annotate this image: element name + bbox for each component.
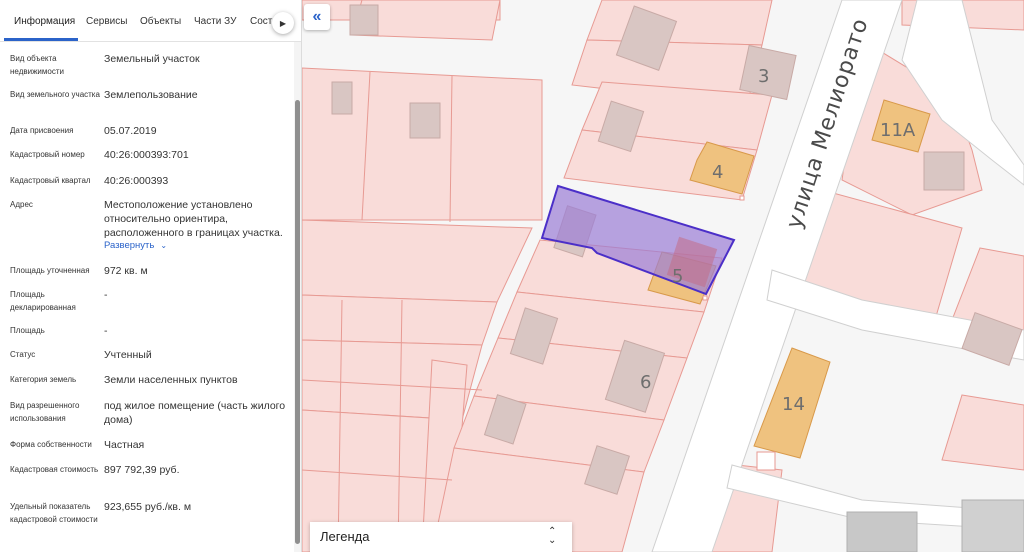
tab-services[interactable]: Сервисы (86, 16, 127, 27)
panel-tabs: Информация Сервисы Объекты Части ЗУ Сост… (0, 0, 301, 42)
map-canvas[interactable]: 3 4 11А 5 6 14 улица Мелиорато (302, 0, 1024, 552)
building[interactable] (961, 499, 1024, 552)
attribute-label: Вид разрешенного использования (10, 401, 80, 423)
expand-label: Развернуть (104, 240, 155, 251)
attribute-value: Земельный участок (104, 53, 200, 65)
attribute-value: Земли населенных пунктов (104, 374, 238, 386)
building[interactable] (923, 151, 965, 191)
house-number-label: 14 (782, 394, 805, 415)
house-number-label: 11А (880, 120, 916, 141)
attribute-value: - (104, 289, 108, 301)
house-number-label: 5 (672, 266, 683, 287)
attribute-value: Учтенный (104, 349, 152, 361)
building[interactable] (331, 81, 353, 115)
attribute-value: - (104, 325, 108, 337)
house-number-label: 6 (640, 372, 651, 393)
attribute-label: Адрес (10, 200, 33, 209)
attribute-value: под жилое помещение (часть жилого дома) (104, 400, 286, 426)
double-chevron-left-icon: « (312, 8, 322, 25)
building[interactable] (409, 102, 441, 139)
legend-dropdown[interactable]: Легенда ⌃ ⌄ (310, 522, 572, 552)
sort-arrows-icon: ⌃ ⌄ (548, 526, 557, 546)
cadastral-map[interactable]: 3 4 11А 5 6 14 улица Мелиорато (302, 0, 1024, 552)
legend-label: Легенда (320, 529, 370, 544)
attribute-value: 05.07.2019 (104, 125, 157, 137)
attribute-value: 923,655 руб./кв. м (104, 501, 192, 513)
panel-scrollbar-thumb[interactable] (295, 100, 300, 544)
attribute-label: Форма собственности (10, 440, 92, 449)
attribute-value: Частная (104, 439, 145, 451)
attribute-label: Удельный показатель кадастровой стоимост… (10, 502, 98, 524)
collapse-panel-button[interactable]: « (304, 4, 330, 30)
building[interactable] (846, 511, 918, 552)
attribute-label: Кадастровый квартал (10, 176, 91, 185)
attribute-value: 897 792,39 руб. (104, 464, 180, 476)
attribute-label: Площадь (10, 326, 45, 335)
chevron-right-icon: ▶ (279, 18, 287, 28)
attribute-label: Вид земельного участка (10, 90, 100, 99)
address-value: Местоположение установлено относительно … (104, 199, 283, 239)
house-number-label: 3 (758, 66, 769, 87)
attribute-value: 40:26:000393 (104, 175, 169, 187)
attribute-value: 972 кв. м (104, 265, 148, 277)
tab-information[interactable]: Информация (14, 16, 75, 27)
attribute-value: Землепользование (104, 89, 198, 101)
attribute-label: Кадастровая стоимость (10, 465, 99, 474)
attribute-label: Категория земель (10, 375, 77, 384)
attribute-label: Дата присвоения (10, 126, 74, 135)
tabs-scroll-right-button[interactable]: ▶ (272, 12, 294, 34)
parcel[interactable] (302, 294, 498, 346)
info-panel: Информация Сервисы Объекты Части ЗУ Сост… (0, 0, 302, 552)
attribute-value: 40:26:000393:701 (104, 149, 189, 161)
attribute-label: Статус (10, 350, 36, 359)
expand-address-link[interactable]: Развернуть ⌄ (104, 240, 167, 251)
building[interactable] (349, 4, 379, 36)
parcel[interactable] (302, 219, 533, 303)
house-number-label: 4 (712, 162, 723, 183)
attribute-label: Площадь уточненная (10, 266, 90, 275)
parcel[interactable] (586, 0, 773, 46)
active-tab-indicator (4, 38, 78, 41)
chevron-down-icon: ⌄ (160, 241, 168, 250)
tab-parts[interactable]: Части ЗУ (194, 16, 236, 27)
attribute-label: Вид объекта недвижимости (10, 54, 64, 76)
tab-objects[interactable]: Объекты (140, 16, 181, 27)
parcel[interactable] (941, 394, 1024, 471)
attribute-label: Кадастровый номер (10, 150, 85, 159)
attribute-label: Площадь декларированная (10, 290, 76, 312)
